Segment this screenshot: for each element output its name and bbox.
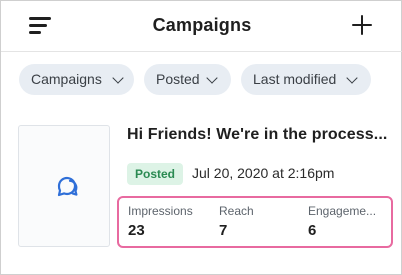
post-thumbnail[interactable] xyxy=(18,125,110,247)
chat-bubbles-icon xyxy=(57,176,78,197)
page-title: Campaigns xyxy=(152,15,252,35)
stat-reach: Reach 7 xyxy=(219,204,299,239)
app-frame: Campaigns Campaigns Posted Last modified… xyxy=(0,0,402,275)
filter-status-dropdown[interactable]: Posted xyxy=(144,64,231,95)
stat-engagement: Engageme... 6 xyxy=(308,204,384,239)
post-date: Jul 20, 2020 at 2:16pm xyxy=(192,165,335,181)
stat-label: Impressions xyxy=(128,204,193,218)
filter-label: Posted xyxy=(156,71,200,87)
stat-impressions: Impressions 23 xyxy=(128,204,218,239)
chevron-down-icon xyxy=(346,72,358,84)
chevron-down-icon xyxy=(112,72,124,84)
filter-campaigns-dropdown[interactable]: Campaigns xyxy=(19,64,134,95)
stat-label: Engageme... xyxy=(308,204,377,218)
stat-value: 7 xyxy=(219,222,228,239)
filter-label: Last modified xyxy=(253,71,337,87)
post-title[interactable]: Hi Friends! We're in the process... xyxy=(127,126,389,144)
filter-label: Campaigns xyxy=(31,71,102,87)
post-stats: Impressions 23 Reach 7 Engageme... 6 xyxy=(117,196,393,248)
stat-value: 23 xyxy=(128,222,145,239)
chevron-down-icon xyxy=(206,72,218,84)
stat-value: 6 xyxy=(308,222,317,239)
add-campaign-icon[interactable] xyxy=(352,15,372,35)
top-bar: Campaigns xyxy=(1,1,402,52)
stat-label: Reach xyxy=(219,204,254,218)
filter-sort-dropdown[interactable]: Last modified xyxy=(241,64,371,95)
status-badge: Posted xyxy=(127,163,184,185)
